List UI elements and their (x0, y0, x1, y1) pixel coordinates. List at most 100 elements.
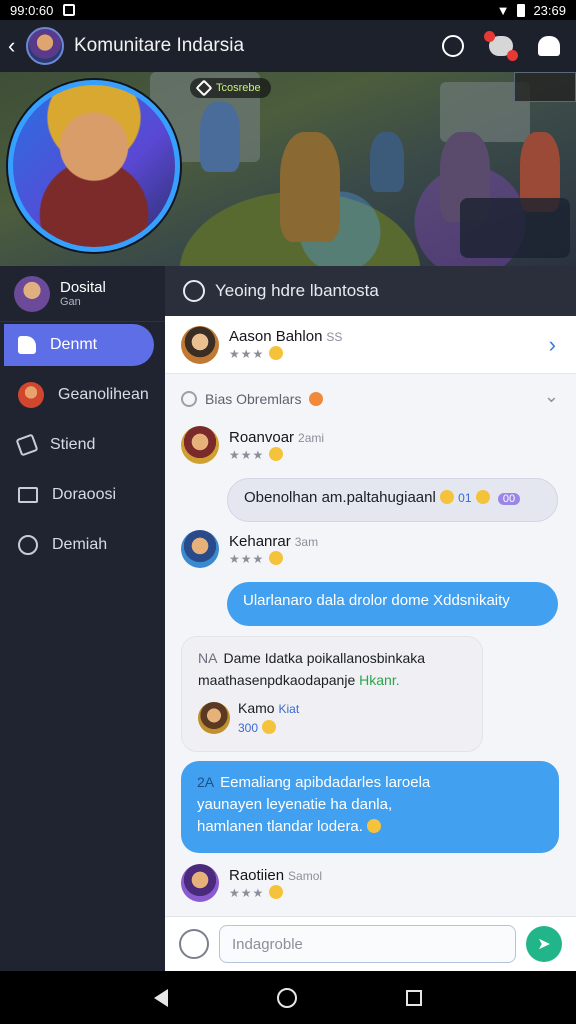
status-time: 99:0:60 (10, 2, 54, 18)
emoji-icon (309, 392, 324, 406)
sidebar-item-label: Denmt (50, 336, 98, 353)
sidebar-item-stiend[interactable]: Stiend (4, 424, 154, 466)
send-icon: ➤ (537, 936, 551, 953)
status-bar: 99:0:60 ▼ 23:69 (0, 0, 576, 20)
sender-name: Raotiien (229, 866, 285, 884)
message-input[interactable]: Indagroble (219, 925, 516, 963)
sidebar-item-label: Doraoosi (52, 486, 117, 503)
message-text: Ularlanaro dala drolor dome Xddsnikaity (243, 592, 510, 609)
message-text: Dame Idatka poikallanosbinkaka (223, 650, 426, 666)
search-icon (181, 391, 197, 407)
message-highlight[interactable]: Hkanr. (359, 672, 399, 688)
nav-home-icon[interactable] (276, 987, 297, 1008)
message-bubble[interactable]: 2A Eemaliang apibdadarles laroela yaunaye… (181, 761, 559, 853)
message-header: Roanvoar 2ami ★★★ (181, 426, 324, 464)
avatar[interactable] (181, 530, 219, 568)
avatar (14, 275, 50, 312)
sidebar-item-geanolihean[interactable]: Geanolihean (4, 374, 154, 416)
avatar[interactable] (181, 864, 219, 902)
message-bubble[interactable]: Obenolhan am.paltahugiaanl 01 00 (227, 478, 558, 522)
user-icon (538, 36, 560, 56)
chart-icon (18, 487, 38, 503)
community-avatar[interactable] (26, 27, 64, 65)
page-title: Komunitare Indarsia (74, 35, 245, 56)
reply-tag: Kiat (278, 702, 300, 716)
reply-name: Kamo (238, 700, 275, 716)
top-app-bar: ‹ Komunitare Indarsia (0, 20, 576, 72)
banner-tag: Tcosrebe (190, 78, 271, 98)
message-text: yaunayen leyenatie ha danla, (197, 796, 393, 813)
chat-header-title: Yeoing hdre lbantosta (215, 281, 379, 300)
minimap (514, 72, 576, 102)
avatar[interactable] (181, 426, 219, 464)
sidebar-item-doraoosi[interactable]: Doraoosi (4, 474, 154, 516)
sender-name: Roanvoar (229, 428, 295, 446)
profile-button[interactable] (536, 33, 562, 59)
message-card[interactable]: NA Dame Idatka poikallanosbinkaka maathas… (181, 636, 483, 752)
sidebar: Dosital Gan Denmt Geanolihean Stiend Dor… (0, 266, 165, 971)
message-text: maathasenpdkaodapanje (198, 672, 356, 688)
search-button[interactable] (440, 33, 466, 59)
notification-dot (484, 31, 495, 42)
emoji-icon (440, 490, 454, 504)
sidebar-item-label: Geanolihean (58, 386, 149, 403)
chat-panel: Yeoing hdre lbantosta Aason Bahlon SS ★★★… (165, 266, 576, 971)
message-text: Eemaliang apibdadarles laroela (220, 774, 431, 791)
message-index: NA (198, 650, 218, 666)
chevron-right-icon[interactable]: › (549, 332, 556, 358)
avatar (181, 325, 219, 364)
message-bubble[interactable]: Ularlanaro dala drolor dome Xddsnikaity (227, 582, 558, 626)
nav-back-icon[interactable] (154, 988, 169, 1007)
notification-icon (63, 4, 76, 16)
hero-figure (370, 132, 404, 192)
message-text: Obenolhan am.paltahugiaanl (244, 489, 436, 506)
reply-count: 300 (238, 721, 259, 735)
chevron-down-icon[interactable]: ⌄ (544, 386, 559, 407)
sidebar-item-denmt[interactable]: Denmt (4, 324, 154, 366)
sidebar-user[interactable]: Dosital Gan (0, 266, 165, 322)
emoji-icon (268, 884, 283, 899)
star-rating: ★★★ (229, 551, 265, 566)
message-time: 2ami (298, 430, 325, 445)
nav-recents-icon[interactable] (405, 989, 422, 1006)
system-nav-bar (0, 971, 576, 1024)
message-input-placeholder: Indagroble (232, 935, 303, 953)
compass-icon (183, 280, 205, 302)
pinned-tag: SS (326, 330, 343, 344)
back-icon[interactable]: ‹ (8, 33, 22, 59)
star-rating: ★★★ (229, 447, 265, 462)
messages-button[interactable] (484, 31, 518, 61)
chat-header: Yeoing hdre lbantosta (165, 266, 576, 316)
search-icon (442, 35, 464, 57)
battery-icon (517, 3, 526, 17)
section-header[interactable]: Bias Obremlars ⌄ (181, 384, 559, 414)
pinned-name: Aason Bahlon (229, 328, 323, 345)
reaction-count: 01 (458, 491, 472, 505)
emoji-icon (268, 446, 283, 461)
star-rating: ★★★ (229, 885, 265, 900)
thumb-icon (18, 336, 36, 354)
reaction-badge: 00 (497, 493, 521, 505)
message-header: Kehanrar 3am ★★★ (181, 530, 318, 568)
pinned-message[interactable]: Aason Bahlon SS ★★★ › (165, 316, 576, 374)
emoji-icon (367, 819, 382, 833)
emoji-picker-button[interactable] (179, 929, 209, 959)
circle-icon (18, 535, 38, 555)
notification-dot (507, 50, 518, 61)
sidebar-item-demiah[interactable]: Demiah (4, 524, 154, 566)
skill-hud (460, 198, 570, 258)
community-hero-avatar[interactable] (8, 80, 180, 252)
send-button[interactable]: ➤ (526, 926, 562, 962)
message-index: 2A (197, 774, 215, 790)
sidebar-item-label: Demiah (52, 536, 108, 553)
emoji-icon (261, 720, 276, 734)
wifi-icon: ▼ (496, 2, 510, 18)
emoji-icon (268, 346, 283, 360)
emoji-icon (268, 550, 283, 565)
message-time: 3am (294, 534, 319, 549)
avatar (198, 702, 230, 734)
hero-figure (280, 132, 340, 242)
star-rating: ★★★ (229, 347, 265, 361)
emoji-icon (475, 490, 490, 504)
shop-icon (15, 433, 39, 457)
